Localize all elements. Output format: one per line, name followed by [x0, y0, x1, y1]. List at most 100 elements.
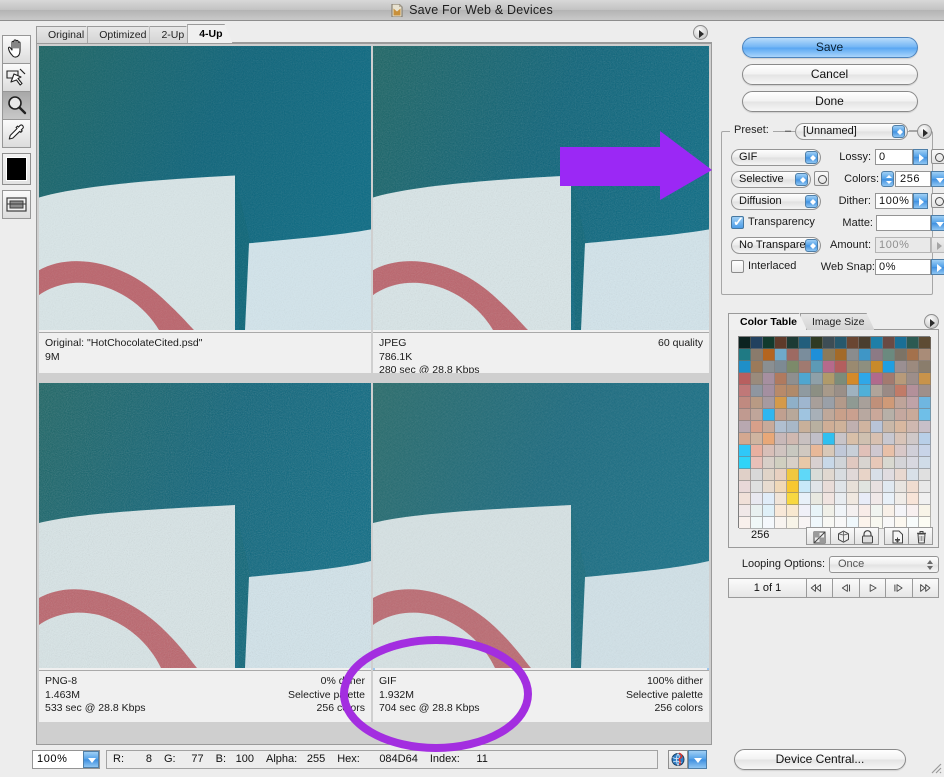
lossy-droplet-button[interactable]: [931, 149, 944, 164]
stepper-icon[interactable]: [805, 195, 818, 208]
preview-pane-jpeg[interactable]: JPEG 60 quality 786.1K 280 sec @ 28.8 Kb…: [373, 46, 709, 373]
color-swatch[interactable]: [763, 505, 775, 517]
play-button[interactable]: [860, 579, 887, 597]
tab-color-table[interactable]: Color Table: [728, 313, 807, 330]
color-swatch[interactable]: [799, 433, 811, 445]
color-swatch[interactable]: [859, 409, 871, 421]
color-swatch[interactable]: [847, 445, 859, 457]
preview-pane-png8[interactable]: PNG-8 0% dither 1.463M Selective palette…: [39, 383, 371, 722]
color-swatch[interactable]: [847, 409, 859, 421]
color-swatch[interactable]: [895, 493, 907, 505]
color-swatch[interactable]: [823, 421, 835, 433]
color-swatch[interactable]: [823, 469, 835, 481]
color-swatch[interactable]: [823, 481, 835, 493]
color-swatch[interactable]: [739, 349, 751, 361]
color-swatch[interactable]: [739, 469, 751, 481]
color-swatch[interactable]: [763, 457, 775, 469]
color-table-panel-menu-arrow-icon[interactable]: [924, 314, 939, 329]
color-swatch[interactable]: [751, 481, 763, 493]
color-swatch[interactable]: [835, 457, 847, 469]
color-swatch-grid[interactable]: [738, 336, 931, 529]
tab-image-size[interactable]: Image Size: [800, 313, 875, 330]
color-swatch[interactable]: [859, 505, 871, 517]
color-swatch[interactable]: [883, 505, 895, 517]
new-color-button[interactable]: [884, 527, 909, 545]
color-swatch[interactable]: [787, 421, 799, 433]
color-swatch[interactable]: [799, 493, 811, 505]
color-swatch[interactable]: [763, 493, 775, 505]
color-swatch[interactable]: [811, 493, 823, 505]
color-swatch[interactable]: [847, 361, 859, 373]
color-swatch[interactable]: [811, 421, 823, 433]
color-swatch[interactable]: [907, 505, 919, 517]
color-swatch[interactable]: [895, 337, 907, 349]
color-swatch[interactable]: [907, 397, 919, 409]
delete-color-button[interactable]: [908, 527, 933, 545]
color-swatch[interactable]: [859, 361, 871, 373]
hand-tool[interactable]: [2, 35, 31, 64]
color-swatch[interactable]: [835, 481, 847, 493]
color-swatch[interactable]: [763, 433, 775, 445]
color-swatch[interactable]: [799, 421, 811, 433]
color-swatch[interactable]: [871, 493, 883, 505]
color-swatch[interactable]: [799, 469, 811, 481]
color-swatch[interactable]: [907, 361, 919, 373]
color-swatch[interactable]: [895, 397, 907, 409]
color-swatch[interactable]: [823, 493, 835, 505]
color-swatch[interactable]: [763, 385, 775, 397]
color-swatch[interactable]: [835, 469, 847, 481]
foreground-color-swatch[interactable]: [2, 153, 31, 185]
color-swatch[interactable]: [835, 349, 847, 361]
color-swatch[interactable]: [775, 397, 787, 409]
preview-browser-menu-button[interactable]: [688, 750, 707, 769]
color-swatch[interactable]: [895, 349, 907, 361]
color-swatch[interactable]: [919, 409, 931, 421]
color-swatch[interactable]: [919, 385, 931, 397]
save-button[interactable]: Save: [741, 37, 918, 58]
color-swatch[interactable]: [811, 361, 823, 373]
color-swatch[interactable]: [739, 445, 751, 457]
color-swatch[interactable]: [775, 409, 787, 421]
color-swatch[interactable]: [775, 469, 787, 481]
color-swatch[interactable]: [871, 505, 883, 517]
color-swatch[interactable]: [859, 337, 871, 349]
color-swatch[interactable]: [835, 433, 847, 445]
color-swatch[interactable]: [751, 349, 763, 361]
color-swatch[interactable]: [859, 421, 871, 433]
color-swatch[interactable]: [751, 385, 763, 397]
color-swatch[interactable]: [919, 337, 931, 349]
color-swatch[interactable]: [847, 469, 859, 481]
color-swatch[interactable]: [811, 505, 823, 517]
color-swatch[interactable]: [739, 385, 751, 397]
color-swatch[interactable]: [907, 445, 919, 457]
color-swatch[interactable]: [763, 361, 775, 373]
web-shift-button[interactable]: [806, 527, 831, 545]
color-swatch[interactable]: [847, 373, 859, 385]
color-swatch[interactable]: [811, 409, 823, 421]
color-swatch[interactable]: [859, 349, 871, 361]
color-swatch[interactable]: [799, 349, 811, 361]
color-swatch[interactable]: [823, 373, 835, 385]
color-swatch[interactable]: [883, 349, 895, 361]
color-swatch[interactable]: [871, 337, 883, 349]
color-swatch[interactable]: [907, 385, 919, 397]
transparency-button[interactable]: [830, 527, 855, 545]
color-swatch[interactable]: [811, 445, 823, 457]
color-swatch[interactable]: [823, 385, 835, 397]
looping-options-select[interactable]: Once: [829, 556, 939, 573]
last-frame-button[interactable]: [913, 579, 938, 597]
color-swatch[interactable]: [763, 469, 775, 481]
color-swatch[interactable]: [799, 385, 811, 397]
colors-field[interactable]: 256: [895, 171, 931, 187]
tab-optimized[interactable]: Optimized: [87, 26, 156, 43]
color-swatch[interactable]: [763, 337, 775, 349]
color-swatch[interactable]: [871, 421, 883, 433]
color-swatch[interactable]: [895, 385, 907, 397]
color-swatch[interactable]: [799, 505, 811, 517]
color-swatch[interactable]: [799, 445, 811, 457]
color-swatch[interactable]: [907, 409, 919, 421]
color-swatch[interactable]: [799, 481, 811, 493]
color-swatch[interactable]: [919, 421, 931, 433]
stepper-icon[interactable]: [795, 173, 808, 186]
color-swatch[interactable]: [883, 445, 895, 457]
